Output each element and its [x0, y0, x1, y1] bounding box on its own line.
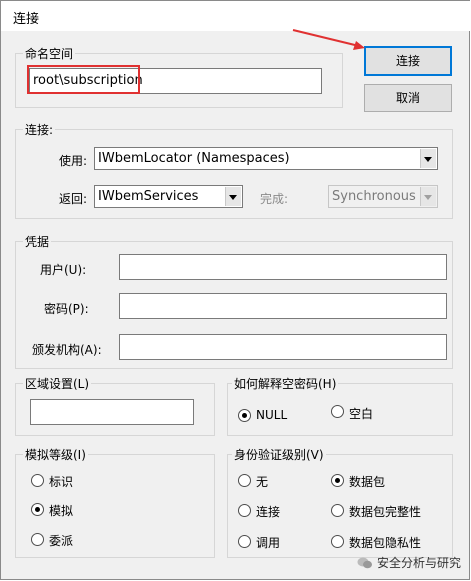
null-radio[interactable]	[238, 409, 251, 422]
complete-label: 完成:	[260, 192, 289, 206]
use-label: 使用:	[59, 154, 88, 168]
impersonate-radio-label: 模拟	[49, 504, 74, 518]
auth-packet-integrity-radio-label: 数据包完整性	[349, 505, 422, 519]
use-combo[interactable]: IWbemLocator (Namespaces)	[94, 147, 438, 170]
auth-packet-integrity-radio[interactable]	[331, 504, 344, 517]
complete-combo: Synchronous	[328, 185, 438, 208]
authentication-group-label: 身份验证级别(V)	[232, 446, 326, 463]
impersonation-group-label: 模拟等级(I)	[23, 446, 88, 463]
password-label: 密码(P):	[44, 302, 89, 316]
wechat-icon	[357, 557, 372, 568]
authority-label: 颁发机构(A):	[32, 343, 102, 357]
auth-none-radio-label: 无	[256, 475, 269, 489]
null-password-group-label: 如何解释空密码(H)	[232, 375, 339, 392]
auth-packet-privacy-radio[interactable]	[331, 535, 344, 548]
auth-packet-privacy-radio-label: 数据包隐私性	[349, 536, 422, 550]
return-label: 返回:	[59, 192, 88, 206]
blank-radio[interactable]	[331, 405, 344, 418]
auth-call-radio[interactable]	[238, 535, 251, 548]
identify-radio[interactable]	[31, 474, 44, 487]
complete-combo-value: Synchronous	[332, 189, 416, 204]
title-bar[interactable]: 连接	[1, 1, 470, 31]
impersonation-group	[15, 454, 215, 558]
locale-group-label: 区域设置(L)	[23, 375, 92, 392]
watermark: 安全分析与研究	[357, 554, 461, 571]
null-radio-label: NULL	[256, 408, 288, 422]
chevron-down-icon[interactable]	[420, 149, 436, 168]
blank-radio-label: 空白	[349, 407, 374, 421]
locale-input[interactable]	[30, 399, 194, 425]
password-input[interactable]	[119, 293, 447, 319]
auth-connect-radio-label: 连接	[256, 505, 281, 519]
credentials-group-label: 凭据	[23, 233, 52, 250]
return-combo-value: IWbemServices	[98, 189, 199, 204]
connect-button[interactable]: 连接	[364, 46, 452, 76]
delegate-radio-label: 委派	[49, 534, 74, 548]
delegate-radio[interactable]	[31, 533, 44, 546]
connection-group-label: 连接:	[23, 121, 56, 138]
namespace-highlight	[27, 65, 140, 94]
auth-connect-radio[interactable]	[238, 504, 251, 517]
chevron-down-icon	[420, 187, 436, 206]
watermark-text: 安全分析与研究	[376, 556, 461, 570]
annotation-arrow	[292, 29, 365, 50]
connect-dialog: 连接 命名空间 root\subscription 连接 取消 连接: 使用: …	[0, 0, 470, 580]
user-input[interactable]	[119, 254, 447, 280]
use-combo-value: IWbemLocator (Namespaces)	[98, 151, 290, 166]
return-combo[interactable]: IWbemServices	[94, 185, 243, 208]
authority-input[interactable]	[119, 334, 447, 360]
identify-radio-label: 标识	[49, 475, 74, 489]
auth-call-radio-label: 调用	[256, 536, 281, 550]
namespace-group-label: 命名空间	[23, 45, 76, 62]
window-title: 连接	[13, 12, 40, 27]
user-label: 用户(U):	[40, 263, 87, 277]
auth-none-radio[interactable]	[238, 474, 251, 487]
auth-packet-radio[interactable]	[331, 474, 344, 487]
impersonate-radio[interactable]	[31, 503, 44, 516]
chevron-down-icon[interactable]	[225, 187, 241, 206]
cancel-button[interactable]: 取消	[364, 84, 452, 112]
auth-packet-radio-label: 数据包	[349, 475, 386, 489]
